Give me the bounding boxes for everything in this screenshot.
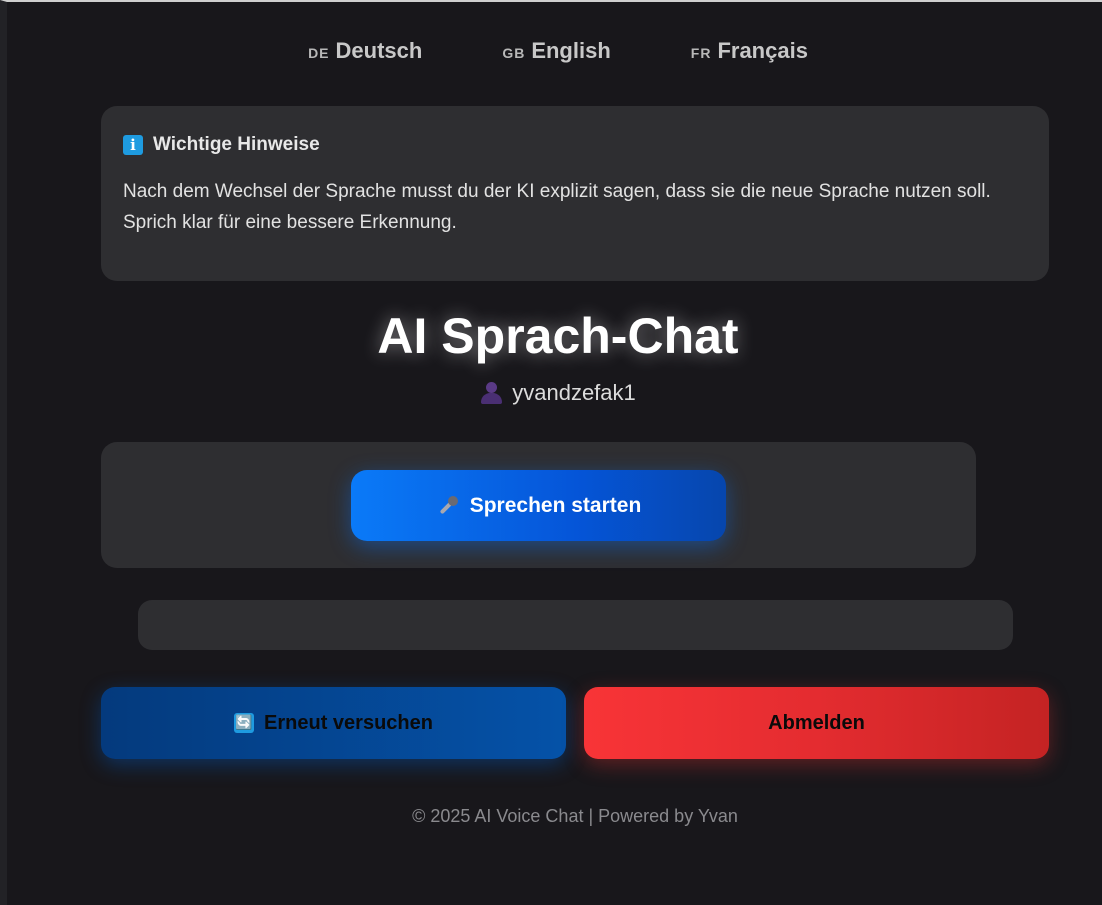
page-title: AI Sprach-Chat [377,308,739,364]
start-speaking-label: Sprechen starten [469,493,642,517]
language-option-gb[interactable]: GB English [502,38,610,64]
notice-text: Nach dem Wechsel der Sprache musst du de… [123,181,991,233]
notice-header: i Wichtige Hinweise [123,134,1027,156]
language-switcher: DE Deutsch GB English FR Français [7,38,1102,64]
app-page: DE Deutsch GB English FR Français i Wich… [0,0,1102,905]
language-option-de[interactable]: DE Deutsch [308,38,422,64]
user-silhouette-icon [480,381,503,405]
microphone-icon [436,494,460,518]
retry-label: Erneut versuchen [264,711,433,734]
language-name: Français [717,38,808,63]
username: yvandzefak1 [512,380,636,405]
logout-label: Abmelden [768,711,865,734]
language-option-fr[interactable]: FR Français [691,38,808,64]
notice-title: Wichtige Hinweise [153,134,320,155]
language-code: FR [690,45,712,61]
language-name: English [531,38,611,63]
refresh-icon: 🔄 [234,713,255,733]
footer-text: © 2025 AI Voice Chat | Powered by Yvan [412,806,738,826]
speak-card: Sprechen starten [101,442,976,568]
retry-button[interactable]: 🔄 Erneut versuchen [101,687,566,759]
user-info: yvandzefak1 [7,380,1102,406]
language-name: Deutsch [335,38,423,63]
info-icon: i [123,135,143,155]
notice-card: i Wichtige Hinweise Nach dem Wechsel der… [101,106,1049,281]
logout-button[interactable]: Abmelden [584,687,1049,759]
transcript-box [138,600,1013,650]
language-code: GB [502,45,526,61]
start-speaking-button[interactable]: Sprechen starten [351,470,726,541]
language-code: DE [308,45,330,61]
